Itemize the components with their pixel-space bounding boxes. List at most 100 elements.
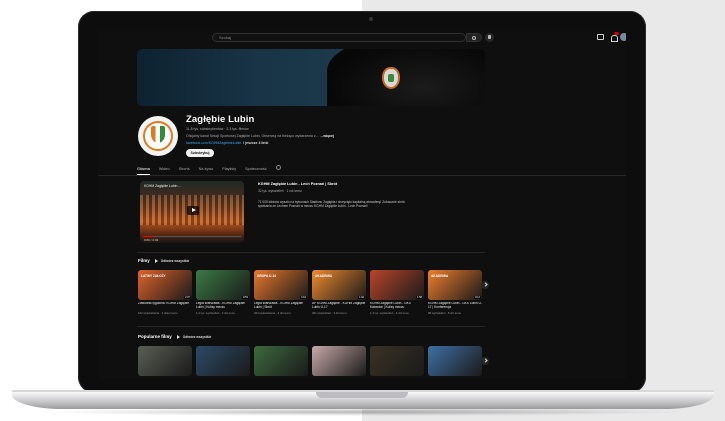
video-thumbnail[interactable]: GRUPA U-14 4:16 bbox=[254, 270, 308, 300]
video-card[interactable] bbox=[370, 346, 424, 376]
tab-videos[interactable]: Wideo bbox=[159, 164, 170, 175]
play-all-button[interactable]: Odtwórz wszystkie bbox=[177, 335, 212, 339]
video-thumbnail[interactable]: AKADEMIA 1:02 bbox=[312, 270, 366, 300]
video-thumbnail[interactable] bbox=[138, 346, 192, 376]
channel-links[interactable]: facebook.com/KGHMZaglebieLubin i jeszcze … bbox=[186, 141, 268, 145]
tab-live[interactable]: Na żywo bbox=[199, 164, 214, 175]
featured-title[interactable]: KGHM Zagłębie Lubin - Lech Poznań | Skró… bbox=[258, 182, 337, 186]
channel-meta: 11,8 tys. subskrybentów · 2,3 tys. filmó… bbox=[186, 127, 249, 131]
video-card[interactable] bbox=[138, 346, 192, 376]
featured-video-player[interactable]: KGHM Zagłębie Lubin ... 0:00 / 2:04 bbox=[140, 181, 244, 243]
section-divider bbox=[137, 326, 485, 327]
video-card[interactable] bbox=[196, 346, 250, 376]
notification-badge bbox=[614, 32, 619, 35]
channel-name: Zagłębie Lubin bbox=[186, 114, 255, 125]
video-card[interactable]: 1:58 KGHM Zagłębie Lubin - GKS Katowice |… bbox=[370, 270, 424, 315]
more-links[interactable]: i jeszcze 4 linki bbox=[243, 141, 268, 145]
video-duration: 1:02 bbox=[357, 296, 365, 299]
shelf-films-title: Filmy Odtwórz wszystkie bbox=[138, 258, 189, 263]
video-thumbnail[interactable]: 1:58 bbox=[370, 270, 424, 300]
tab-playlists[interactable]: Playlisty bbox=[222, 164, 236, 175]
video-duration: 0:53 bbox=[241, 296, 249, 299]
banner-jacket bbox=[327, 49, 485, 106]
account-avatar[interactable] bbox=[620, 33, 626, 41]
tabs-divider bbox=[98, 175, 626, 176]
video-meta: 1,3 tys. wyświetleń · 4 dni temu bbox=[370, 311, 409, 315]
channel-search-icon[interactable] bbox=[275, 165, 281, 170]
video-meta: 1,2 tys. wyświetleń · 2 dni temu bbox=[196, 311, 235, 315]
channel-tabs: Główna Wideo Shorts Na żywo Playlisty Sp… bbox=[137, 164, 281, 175]
shelf-films-label: Filmy bbox=[138, 258, 150, 263]
notifications-bell-icon[interactable] bbox=[610, 32, 619, 42]
search-button[interactable] bbox=[466, 33, 482, 42]
channel-banner bbox=[137, 49, 485, 106]
channel-link[interactable]: facebook.com/KGHMZaglebieLubin bbox=[186, 141, 241, 145]
video-duration: 2:07 bbox=[183, 296, 191, 299]
shelf-next-button[interactable] bbox=[481, 281, 489, 289]
laptop-notch bbox=[316, 392, 408, 398]
featured-description: 71 000 kibiców wyszło na trybunach Stadi… bbox=[258, 200, 405, 209]
description-text: Oficjalny kanał Sekcji Sportowej Zagłębi… bbox=[186, 134, 319, 138]
channel-description[interactable]: Oficjalny kanał Sekcji Sportowej Zagłębi… bbox=[186, 134, 334, 138]
youtube-header: Szukaj bbox=[98, 30, 626, 44]
shelf-next-button[interactable] bbox=[481, 357, 489, 365]
tab-home[interactable]: Główna bbox=[137, 164, 150, 175]
video-title[interactable]: Legia Warszawa - KGHM Zagłębie Lubin | S… bbox=[254, 302, 308, 310]
progress-bar[interactable] bbox=[143, 236, 241, 237]
laptop-screen: Szukaj Zagłębie Lubin 11,8 tys. subskryb… bbox=[98, 30, 626, 379]
tab-shorts[interactable]: Shorts bbox=[179, 164, 190, 175]
video-card[interactable]: ŁATWY ZAŁOŻY 2:07 Zawodnik tygodnia: KGHM … bbox=[138, 270, 192, 315]
video-title[interactable]: KGHM Zagłębie Lubin - GKS Lubin U-17 | K… bbox=[428, 302, 482, 310]
player-title: KGHM Zagłębie Lubin ... bbox=[144, 184, 182, 188]
video-thumbnail[interactable] bbox=[370, 346, 424, 376]
club-logo-icon bbox=[151, 126, 165, 143]
video-card[interactable]: AKADEMIA 3:12 KGHM Zagłębie Lubin - GKS Lu… bbox=[428, 270, 482, 315]
search-input[interactable]: Szukaj bbox=[212, 33, 466, 42]
stage: Szukaj Zagłębie Lubin 11,8 tys. subskryb… bbox=[0, 0, 725, 421]
video-thumbnail[interactable] bbox=[428, 346, 482, 376]
video-thumbnail[interactable]: ŁATWY ZAŁOŻY 2:07 bbox=[138, 270, 192, 300]
video-card[interactable] bbox=[428, 346, 482, 376]
video-title[interactable]: Legia Warszawa - KGHM Zagłębie Lubin | K… bbox=[196, 302, 250, 310]
voice-search-button[interactable] bbox=[485, 33, 494, 42]
tab-community[interactable]: Społeczność bbox=[245, 164, 267, 175]
video-thumbnail[interactable] bbox=[312, 346, 366, 376]
thumbnail-label: GRUPA U-14 bbox=[257, 274, 276, 278]
channel-avatar[interactable] bbox=[138, 116, 178, 156]
video-meta: 201 wyświetleń · 3 dni temu bbox=[312, 311, 347, 315]
laptop-shadow bbox=[40, 408, 686, 416]
create-icon[interactable] bbox=[597, 34, 604, 40]
video-meta: 162 wyświetlenia · 1 dzień temu bbox=[138, 311, 178, 315]
player-time: 0:00 / 2:04 bbox=[144, 238, 159, 242]
microphone-icon bbox=[488, 35, 491, 39]
video-title[interactable]: Zawodnik tygodnia: KGHM Zagłębie bbox=[138, 302, 192, 310]
video-card[interactable]: GRUPA U-14 4:16 Legia Warszawa - KGHM Zagł… bbox=[254, 270, 308, 315]
subscribe-button[interactable]: Subskrybuj bbox=[186, 149, 214, 157]
video-duration: 4:16 bbox=[299, 296, 307, 299]
video-meta: 324 wyświetlenia · 3 dni temu bbox=[254, 311, 291, 315]
thumbnail-label: AKADEMIA bbox=[431, 274, 449, 278]
webcam bbox=[369, 17, 373, 21]
shelf-popular-title: Popularne filmy Odtwórz wszystkie bbox=[138, 334, 211, 339]
video-meta: 98 wyświetleń · 5 dni temu bbox=[428, 311, 461, 315]
video-thumbnail[interactable]: AKADEMIA 3:12 bbox=[428, 270, 482, 300]
video-duration: 3:12 bbox=[473, 296, 481, 299]
video-card[interactable] bbox=[254, 346, 308, 376]
thumbnail-label: AKADEMIA bbox=[315, 274, 333, 278]
more-link[interactable]: ...więcej bbox=[320, 134, 333, 138]
section-divider bbox=[137, 252, 485, 253]
video-thumbnail[interactable] bbox=[196, 346, 250, 376]
featured-meta: 32 tys. wyświetleń · 1 rok temu bbox=[258, 189, 302, 193]
video-thumbnail[interactable] bbox=[254, 346, 308, 376]
video-card[interactable]: 0:53 Legia Warszawa - KGHM Zagłębie Lubin… bbox=[196, 270, 250, 315]
video-duration: 1:58 bbox=[415, 296, 423, 299]
video-title[interactable]: KGHM Zagłębie Lubin - GKS Katowice | Kul… bbox=[370, 302, 424, 310]
play-icon[interactable] bbox=[187, 206, 199, 215]
play-all-button[interactable]: Odtwórz wszystkie bbox=[155, 259, 190, 263]
video-title[interactable]: AP KGHM Zagłębie - KGHM Zagłębie Lubin U… bbox=[312, 302, 366, 310]
video-card[interactable]: AKADEMIA 1:02 AP KGHM Zagłębie - KGHM Zagł… bbox=[312, 270, 366, 315]
video-thumbnail[interactable]: 0:53 bbox=[196, 270, 250, 300]
progress-fill bbox=[143, 236, 153, 237]
club-crest-icon bbox=[382, 67, 400, 89]
video-card[interactable] bbox=[312, 346, 366, 376]
